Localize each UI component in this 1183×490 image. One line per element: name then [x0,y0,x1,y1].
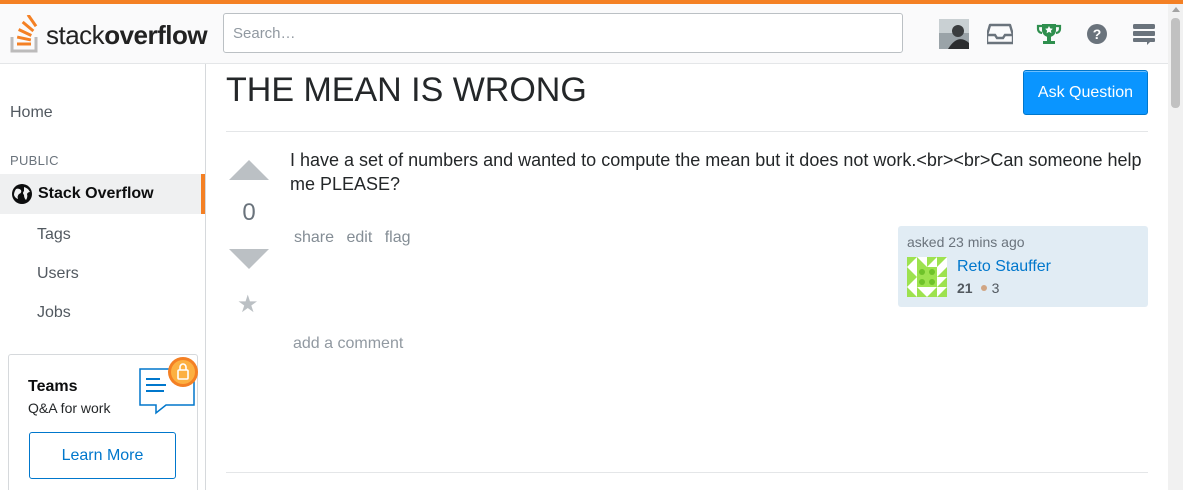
svg-text:?: ? [1093,26,1102,42]
asked-time: asked 23 mins ago [907,234,1025,250]
logo-text: stackoverflow [46,19,208,50]
stack-exchange-icon [1133,24,1155,45]
edit-link[interactable]: edit [346,229,372,246]
scrollbar-thumb[interactable] [1171,18,1180,108]
nav-home[interactable]: Home [10,104,53,122]
title-divider [226,131,1148,132]
upvote-arrow-icon[interactable] [229,160,269,180]
nav-jobs[interactable]: Jobs [37,304,71,322]
help-button[interactable]: ? [1081,18,1113,50]
teams-chat-lock-icon [137,355,199,422]
user-reputation: 21 3 [957,280,999,296]
bronze-badge-icon [980,285,987,291]
owner-card: asked 23 mins ago Reto Stauffer 21 3 [898,226,1148,307]
globe-icon [11,183,33,205]
post-menu: share edit flag [294,229,419,247]
search-input[interactable] [223,13,903,53]
reputation-score: 21 [957,280,973,296]
downvote-arrow-icon[interactable] [229,249,269,269]
answers-divider [226,472,1148,473]
flag-link[interactable]: flag [385,229,411,246]
bronze-badge-count: 3 [991,280,1000,296]
question-body: I have a set of numbers and wanted to co… [290,150,1142,194]
vote-count: 0 [242,199,256,226]
nav-users[interactable]: Users [37,265,79,283]
teams-subtitle: Q&A for work [28,400,111,416]
user-name-link[interactable]: Reto Stauffer [957,258,1051,276]
favorite-star-icon[interactable]: ★ [237,290,259,319]
help-icon: ? [1087,24,1107,44]
nav-tags[interactable]: Tags [37,226,71,244]
achievements-button[interactable] [1033,18,1065,50]
nav-stack-overflow[interactable]: Stack Overflow [0,174,205,214]
trophy-icon [1036,24,1062,44]
avatar-photo-icon [939,19,969,49]
page-scrollbar[interactable] [1168,4,1183,490]
teams-promo: Teams Q&A for work Learn More [8,354,198,490]
nav-stack-overflow-label: Stack Overflow [38,185,154,202]
add-comment-link[interactable]: add a comment [293,335,403,353]
scroll-up-arrow-icon[interactable] [1172,7,1180,12]
inbox-icon [987,23,1013,45]
learn-more-button[interactable]: Learn More [29,432,176,479]
user-avatar[interactable] [938,18,970,50]
teams-title: Teams [28,378,78,395]
user-identicon[interactable] [907,257,947,297]
top-bar: stackoverflow ? [0,0,1183,64]
ask-question-button[interactable]: Ask Question [1023,70,1148,115]
stack-logo-icon [10,15,38,53]
nav-section-public: PUBLIC [10,153,59,168]
left-sidebar: Home PUBLIC Stack Overflow Tags Users Jo… [0,64,206,490]
question-title[interactable]: THE MEAN IS WRONG [226,71,587,110]
share-link[interactable]: share [294,229,334,246]
stackoverflow-logo[interactable]: stackoverflow [10,14,208,54]
site-switcher-button[interactable] [1128,18,1160,50]
inbox-button[interactable] [984,18,1016,50]
